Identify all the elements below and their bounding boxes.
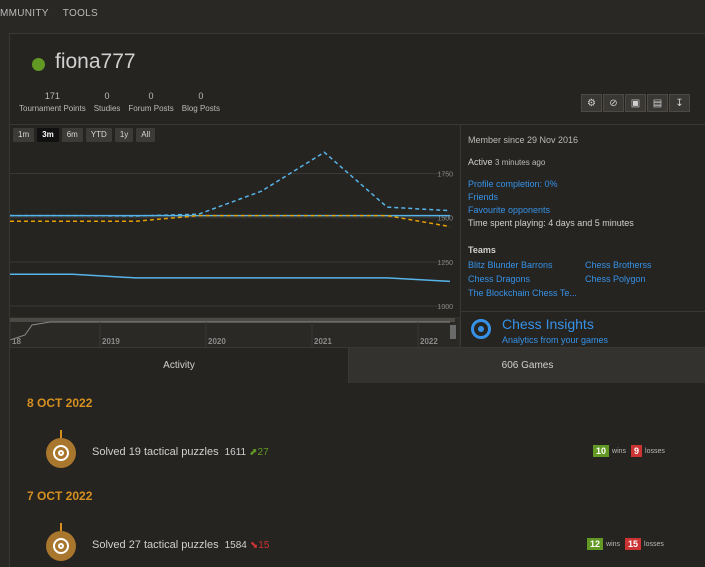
navigator-x-label: 2020	[208, 337, 226, 346]
navigator-window	[10, 318, 455, 322]
profile-header: fiona777 171 Tournament Points 0 Studies 0…	[10, 34, 705, 124]
win-loss-summary: 12 wins 15 losses	[587, 538, 664, 550]
profile-tabs: Activity 606 Games	[10, 347, 705, 383]
active-status: Active 3 minutes ago	[468, 157, 546, 167]
time-spent: Time spent playing: 4 days and 5 minutes	[468, 218, 634, 228]
range-button-1m[interactable]: 1m	[13, 128, 35, 142]
losses-count: 9	[631, 445, 643, 457]
chess-insights-link[interactable]: Chess Insights Analytics from your games	[460, 311, 705, 347]
stat-forum-posts[interactable]: 0 Forum Posts	[128, 91, 173, 113]
stat-studies[interactable]: 0 Studies	[94, 91, 121, 113]
puzzle-rating: 1584	[224, 540, 247, 551]
block-icon[interactable]: ⊘	[603, 94, 624, 112]
navigator-x-label: 18	[12, 337, 21, 346]
losses-count: 15	[625, 538, 642, 550]
activity-text: Solved 19 tactical puzzles 1611 ⬈27	[92, 446, 269, 458]
online-status-icon	[32, 58, 45, 71]
tv-icon[interactable]: ▣	[625, 94, 646, 112]
stat-blog-posts[interactable]: 0 Blog Posts	[182, 91, 220, 113]
profile-panel: fiona777 171 Tournament Points 0 Studies 0…	[9, 33, 705, 567]
rating-change: 15	[258, 540, 270, 551]
team-link[interactable]: Chess Brotherss	[585, 260, 702, 270]
y-tick-label: 1500	[437, 216, 453, 223]
teams-list: Blitz Blunder Barrons Chess Brotherss Ch…	[468, 260, 702, 298]
range-button-6m[interactable]: 6m	[61, 128, 83, 142]
rating-series-line	[10, 151, 451, 217]
wins-count: 12	[587, 538, 604, 550]
stat-tournament-points[interactable]: 171 Tournament Points	[19, 91, 86, 113]
range-button-ytd[interactable]: YTD	[85, 128, 112, 142]
rating-series-line	[10, 273, 451, 283]
rating-chart-svg: 1750 1500 1250 1000 18 2019 2020 2021 2022	[10, 151, 460, 348]
navigator-x-label: 2022	[420, 337, 438, 346]
profile-actions: ⚙ ⊘ ▣ ▤ ↧	[581, 94, 691, 112]
gear-icon[interactable]: ⚙	[581, 94, 602, 112]
range-selector: 1m 3m 6m YTD 1y All	[13, 128, 156, 142]
tab-games[interactable]: 606 Games	[348, 347, 705, 383]
rating-change: 27	[257, 447, 269, 458]
insights-subtitle: Analytics from your games	[502, 335, 609, 345]
navigator-handle	[450, 325, 456, 339]
top-navigation: MMUNITY TOOLS	[0, 0, 705, 26]
puzzle-target-icon	[46, 438, 76, 468]
team-link[interactable]: The Blockchain Chess Te...	[468, 288, 585, 298]
book-icon[interactable]: ▤	[647, 94, 668, 112]
y-tick-label: 1250	[437, 260, 453, 267]
range-button-all[interactable]: All	[136, 128, 156, 142]
puzzle-rating: 1611	[224, 447, 247, 458]
timeline-connector	[60, 523, 62, 531]
team-link[interactable]: Chess Dragons	[468, 274, 585, 284]
profile-stats: 171 Tournament Points 0 Studies 0 Forum Pos…	[19, 91, 228, 113]
activity-text: Solved 27 tactical puzzles 1584 ⬊15	[92, 539, 270, 551]
download-icon[interactable]: ↧	[669, 94, 690, 112]
range-button-1y[interactable]: 1y	[114, 128, 134, 142]
navigator-x-label: 2021	[314, 337, 332, 346]
win-loss-summary: 10 wins 9 losses	[593, 445, 665, 457]
nav-tools[interactable]: TOOLS	[63, 8, 98, 19]
friends-link[interactable]: Friends	[468, 192, 498, 202]
username: fiona777	[55, 50, 136, 73]
y-tick-label: 1000	[437, 304, 453, 311]
member-since: Member since 29 Nov 2016	[468, 135, 579, 145]
team-link[interactable]: Blitz Blunder Barrons	[468, 260, 585, 270]
rating-chart: 1750 1500 1250 1000 18 2019 2020 2021 2022 1m 3m 6…	[10, 124, 460, 348]
y-tick-label: 1750	[437, 172, 453, 179]
activity-date: 8 OCT 2022	[27, 396, 93, 410]
favourite-opponents-link[interactable]: Favourite opponents	[468, 205, 550, 215]
insights-target-icon	[471, 319, 491, 339]
puzzle-target-icon	[46, 531, 76, 561]
profile-completion-link[interactable]: Profile completion: 0%	[468, 179, 558, 189]
teams-heading: Teams	[468, 245, 496, 255]
navigator-x-label: 2019	[102, 337, 120, 346]
nav-community[interactable]: MMUNITY	[0, 8, 49, 19]
timeline-connector	[60, 430, 62, 438]
tab-activity[interactable]: Activity	[10, 347, 348, 383]
team-link[interactable]: Chess Polygon	[585, 274, 702, 284]
activity-date: 7 OCT 2022	[27, 489, 93, 503]
rating-up-icon: ⬈	[249, 447, 258, 458]
activity-entry: Solved 19 tactical puzzles 1611 ⬈27 10 win…	[10, 430, 705, 470]
insights-title: Chess Insights	[502, 316, 594, 332]
activity-entry: Solved 27 tactical puzzles 1584 ⬊15 12 win…	[10, 523, 705, 563]
range-button-3m[interactable]: 3m	[37, 128, 59, 142]
wins-count: 10	[593, 445, 610, 457]
